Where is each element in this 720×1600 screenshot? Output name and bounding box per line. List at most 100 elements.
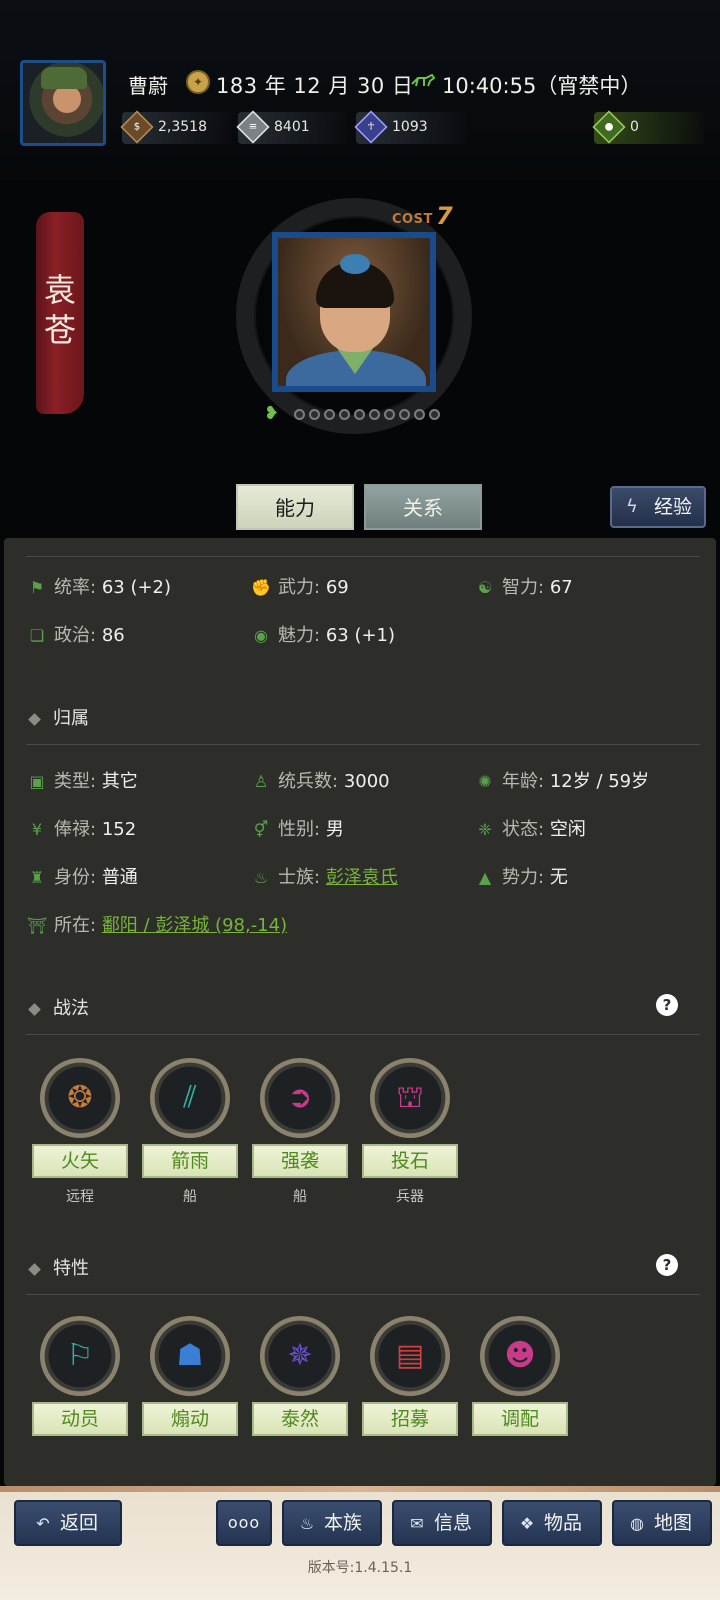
loyalty-dot <box>294 409 305 420</box>
loyalty-dot <box>369 409 380 420</box>
scroll-icon: ❏ <box>29 626 45 645</box>
field-rank: ♜ 身份: 普通 <box>26 862 138 894</box>
detail-panel[interactable]: ⚑ 统率: 63 (+2) ✊ 武力: 69 ☯ 智力: 67 ❏ 政治: 86 ◉ 魅力… <box>4 538 716 1486</box>
building-icon: ⛩ <box>26 916 48 935</box>
recruit-icon: ▤ <box>395 1338 425 1373</box>
resource-soldiers-value: 1093 <box>392 119 428 135</box>
tactic-arrow-rain[interactable]: ⫽ 箭雨 船 <box>140 1058 240 1205</box>
tactic-label: 火矢 <box>32 1144 128 1178</box>
clan-icon: ♨ <box>299 1514 315 1533</box>
loyalty-dot <box>324 409 335 420</box>
stats-row-1: ⚑ 统率: 63 (+2) ✊ 武力: 69 ☯ 智力: 67 <box>4 572 716 604</box>
yen-icon: ¥ <box>31 820 43 839</box>
experience-button-label: 经验 <box>654 496 693 518</box>
loyalty-dot <box>414 409 425 420</box>
cost-label: COST <box>392 212 433 227</box>
affiliation-row-2: ¥ 俸禄: 152 ⚥ 性别: 男 ❈ 状态: 空闲 <box>4 814 716 846</box>
traits-help-icon[interactable]: ? <box>656 1254 678 1276</box>
resource-gold[interactable]: $ 2,3518 <box>120 110 232 144</box>
resource-grain-value: 8401 <box>274 119 310 135</box>
diamond-icon <box>28 1002 41 1016</box>
diamond-icon <box>28 712 41 726</box>
field-age: ✺ 年龄: 12岁 / 59岁 <box>474 766 649 798</box>
divider <box>26 1294 700 1295</box>
affiliation-row-3: ♜ 身份: 普通 ♨ 士族: 彭泽袁氏 ▲ 势力: 无 <box>4 862 716 894</box>
tab-relation[interactable]: 关系 <box>364 484 482 530</box>
map-button[interactable]: ◍ 地图 <box>612 1500 712 1546</box>
character-name: 袁苍 <box>44 271 77 349</box>
green-pouch-icon: ● <box>592 110 626 144</box>
mobilize-icon: ⚐ <box>66 1338 94 1373</box>
field-troops: ♙ 统兵数: 3000 <box>250 766 390 798</box>
resource-grain[interactable]: ≡ 8401 <box>236 110 348 144</box>
arrow-rain-icon: ⫽ <box>183 1080 197 1115</box>
loyalty-dot <box>384 409 395 420</box>
assault-icon: ➲ <box>287 1080 313 1115</box>
field-status: ❈ 状态: 空闲 <box>474 814 586 846</box>
field-gender: ⚥ 性别: 男 <box>250 814 344 846</box>
horse-icon <box>411 74 436 87</box>
clan-icon: ♨ <box>253 868 269 887</box>
field-location: ⛩ 所在: 鄱阳 / 彭泽城 (98,-14) <box>26 910 287 942</box>
loyalty-dot <box>354 409 365 420</box>
field-faction: ▲ 势力: 无 <box>474 862 568 894</box>
tab-ability[interactable]: 能力 <box>236 484 354 530</box>
resource-gold-value: 2,3518 <box>158 119 207 135</box>
tactic-type: 兵器 <box>396 1189 424 1205</box>
tactic-fire-arrow[interactable]: ❂ 火矢 远程 <box>30 1058 130 1205</box>
tactic-assault[interactable]: ➲ 强袭 船 <box>250 1058 350 1205</box>
player-avatar[interactable] <box>20 60 106 146</box>
character-portrait[interactable] <box>272 232 436 392</box>
stat-command: ⚑ 统率: 63 (+2) <box>26 572 171 604</box>
trait-label: 招募 <box>362 1402 458 1436</box>
stats-row-2: ❏ 政治: 86 ◉ 魅力: 63 (+1) <box>4 620 716 652</box>
experience-button[interactable]: ϟ 经验 <box>610 486 706 528</box>
flag-icon: ⚑ <box>29 578 45 597</box>
divider <box>26 1034 700 1035</box>
trait-label: 动员 <box>32 1402 128 1436</box>
trait-mobilize[interactable]: ⚐ 动员 <box>30 1316 130 1436</box>
stat-charisma: ◉ 魅力: 63 (+1) <box>250 620 395 652</box>
calm-icon: ✵ <box>287 1338 313 1373</box>
clan-button[interactable]: ♨ 本族 <box>282 1500 382 1546</box>
globe-icon: ◍ <box>630 1514 644 1533</box>
heart-icon: ❥ <box>264 403 280 424</box>
back-button[interactable]: ↶ 返回 <box>14 1500 122 1546</box>
loyalty-dot <box>399 409 410 420</box>
resource-soldiers[interactable]: ☥ 1093 <box>354 110 468 144</box>
stat-intelligence: ☯ 智力: 67 <box>474 572 573 604</box>
brain-icon: ☯ <box>477 578 493 597</box>
grain-icon: ≡ <box>236 110 270 144</box>
section-tactics: 战法 <box>28 994 89 1020</box>
tactic-type: 远程 <box>66 1189 94 1205</box>
catapult-icon: ⛫ <box>396 1080 424 1115</box>
coin-bag-icon: $ <box>120 110 154 144</box>
divider <box>26 556 700 557</box>
loyalty-dot <box>429 409 440 420</box>
tactics-help-icon[interactable]: ? <box>656 994 678 1016</box>
chat-bubble-icon: ✉ <box>410 1514 424 1533</box>
calendar-medallion-icon: ✦ <box>186 70 210 94</box>
info-button[interactable]: ✉ 信息 <box>392 1500 492 1546</box>
status-icon: ❈ <box>478 820 492 839</box>
more-button[interactable]: ooo <box>216 1500 272 1546</box>
trait-calm[interactable]: ✵ 泰然 <box>250 1316 350 1436</box>
tactic-catapult[interactable]: ⛫ 投石 兵器 <box>360 1058 460 1205</box>
items-button[interactable]: ❖ 物品 <box>502 1500 602 1546</box>
version-label: 版本号:1.4.15.1 <box>307 1560 413 1576</box>
tactic-type: 船 <box>293 1189 307 1205</box>
fire-arrow-icon: ❂ <box>67 1080 93 1115</box>
clan-link[interactable]: 彭泽袁氏 <box>326 867 398 888</box>
diamond-icon <box>28 1262 41 1276</box>
trait-allocate[interactable]: ☻ 调配 <box>470 1316 570 1436</box>
resource-pouch[interactable]: ● 0 <box>592 110 704 144</box>
section-affiliation: 归属 <box>28 704 89 730</box>
section-traits: 特性 <box>28 1254 89 1280</box>
trait-recruit[interactable]: ▤ 招募 <box>360 1316 460 1436</box>
trait-incite[interactable]: ☗ 煽动 <box>140 1316 240 1436</box>
affiliation-row-4: ⛩ 所在: 鄱阳 / 彭泽城 (98,-14) <box>4 910 716 942</box>
field-clan: ♨ 士族: 彭泽袁氏 <box>250 862 398 894</box>
location-link[interactable]: 鄱阳 / 彭泽城 (98,-14) <box>102 915 287 936</box>
divider <box>26 744 700 745</box>
age-icon: ✺ <box>478 772 492 791</box>
